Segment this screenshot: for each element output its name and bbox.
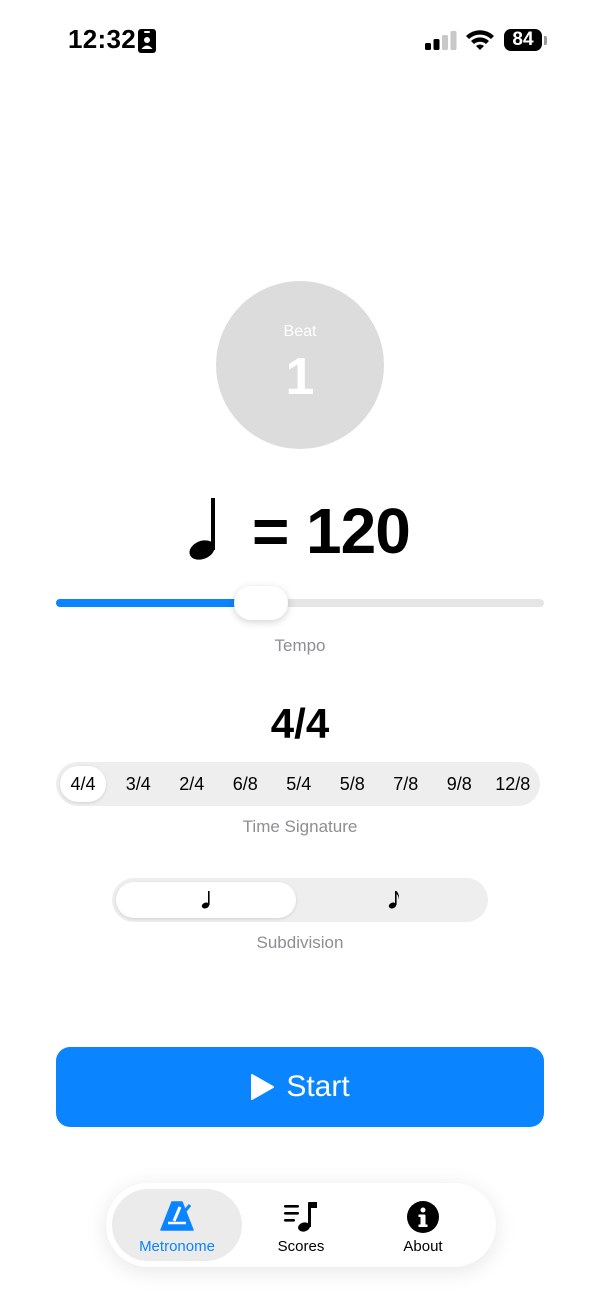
tab-about-label: About — [403, 1238, 443, 1255]
tab-scores[interactable]: Scores — [236, 1189, 366, 1261]
battery-cap — [544, 36, 547, 45]
time-signature-option[interactable]: 6/8 — [219, 766, 273, 802]
subdivision-picker — [112, 878, 488, 922]
metronome-icon — [160, 1201, 194, 1231]
status-time: 12:32 — [68, 24, 136, 54]
tempo-bpm: 120 — [306, 495, 411, 567]
scores-icon — [284, 1202, 317, 1232]
time-signature-option[interactable]: 2/4 — [165, 766, 219, 802]
time-signature-option[interactable]: 12/8 — [486, 766, 540, 802]
tempo-slider-thumb[interactable] — [233, 586, 288, 620]
id-card-icon — [138, 29, 156, 53]
start-label: Start — [286, 1070, 350, 1103]
cellular-signal-icon — [425, 31, 457, 50]
beat-indicator: Beat 1 — [216, 281, 384, 449]
subdivision-eighth-button[interactable] — [304, 882, 484, 918]
time-signature-display: 4/4 — [270, 700, 330, 747]
tempo-slider-track[interactable] — [56, 599, 544, 607]
quarter-note-icon — [201, 891, 210, 909]
time-signature-option[interactable]: 5/4 — [272, 766, 326, 802]
time-signature-option[interactable]: 9/8 — [433, 766, 487, 802]
tempo-equals: = — [252, 495, 290, 567]
time-signature-picker: 4/4 3/4 2/4 6/8 5/4 5/8 7/8 9/8 12/8 — [56, 762, 540, 806]
time-signature-option[interactable]: 7/8 — [379, 766, 433, 802]
time-signature-option[interactable]: 5/8 — [326, 766, 380, 802]
quarter-note-icon — [189, 498, 215, 560]
subdivision-quarter-button[interactable] — [116, 882, 296, 918]
battery-icon: 84 — [504, 29, 542, 51]
tempo-display: = 120 — [0, 494, 600, 574]
eighth-note-icon — [388, 891, 399, 909]
start-button[interactable]: Start — [56, 1047, 544, 1127]
tab-bar: Metronome Scores About — [106, 1183, 496, 1267]
time-signature-label: Time Signature — [242, 817, 358, 836]
play-icon — [251, 1074, 275, 1100]
subdivision-label: Subdivision — [256, 933, 344, 952]
info-icon — [407, 1201, 439, 1233]
tempo-label: Tempo — [274, 636, 326, 655]
beat-label: Beat — [283, 323, 317, 340]
tempo-slider-fill — [56, 599, 261, 607]
tab-metronome-label: Metronome — [139, 1238, 215, 1255]
time-signature-option[interactable]: 3/4 — [112, 766, 166, 802]
tab-about[interactable]: About — [358, 1189, 488, 1261]
wifi-icon — [466, 30, 494, 50]
metronome-screen: 12:32 84 Beat 1 = 120 Tempo 4/4 4/4 3/4 … — [0, 0, 600, 1298]
beat-number: 1 — [285, 348, 315, 406]
time-signature-option[interactable]: 4/4 — [60, 766, 106, 802]
tab-scores-label: Scores — [277, 1238, 325, 1255]
tab-metronome[interactable]: Metronome — [112, 1189, 242, 1261]
battery-level: 84 — [512, 29, 534, 50]
